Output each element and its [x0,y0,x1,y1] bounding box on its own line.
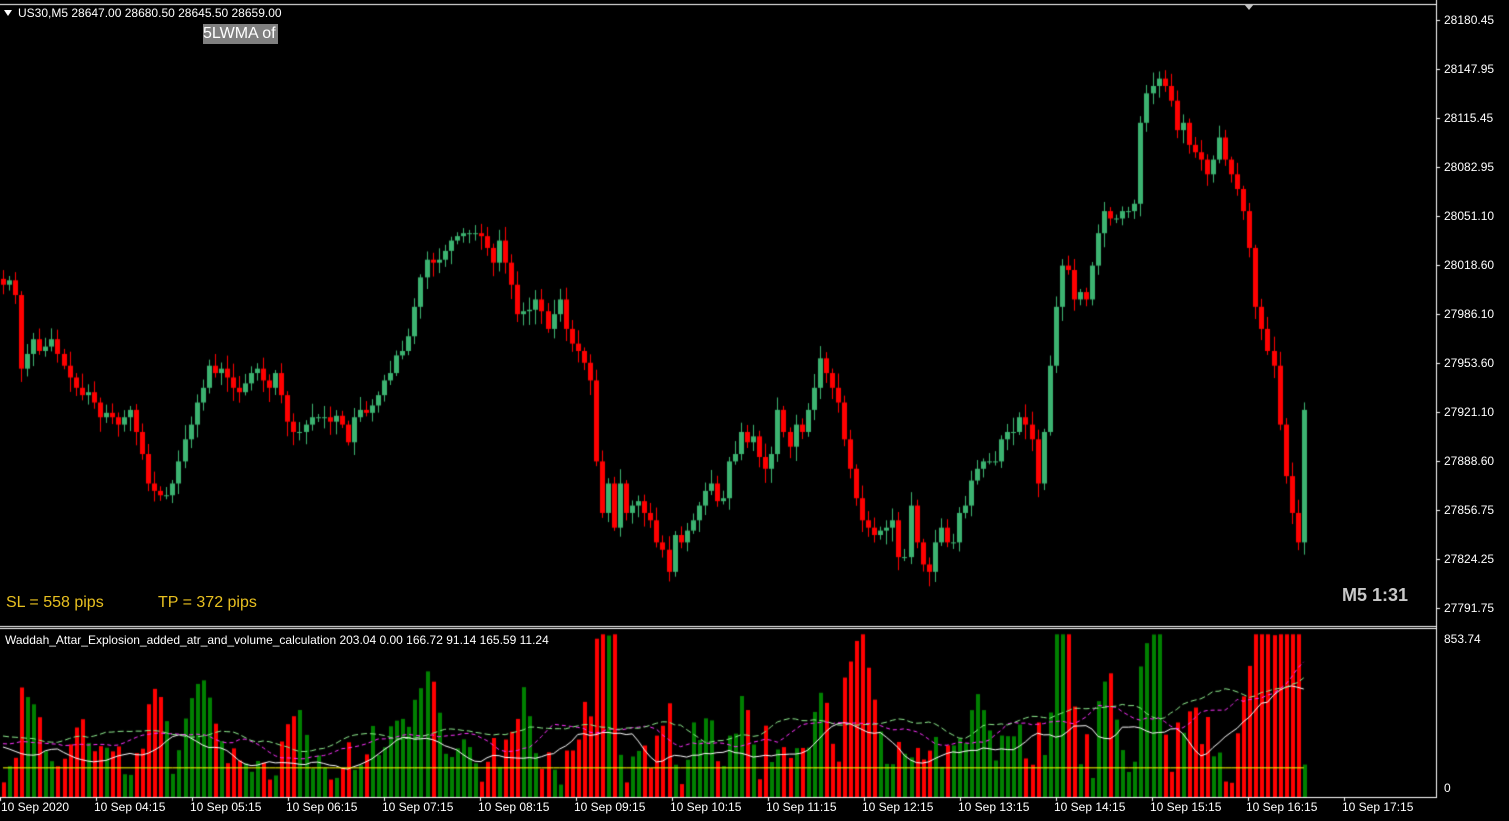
price-tick-label: 28051.10 [1444,209,1495,223]
stop-loss-label: SL = 558 pips [6,594,104,611]
price-tick-label: 28082.95 [1444,160,1495,174]
time-tick-label: 10 Sep 15:15 [1150,800,1222,814]
price-tick-label: 27921.10 [1444,405,1495,419]
time-tick-label: 10 Sep 12:15 [862,800,934,814]
time-tick-label: 10 Sep 16:15 [1246,800,1318,814]
indicator-tick-label: 0 [1444,781,1451,795]
time-tick-label: 10 Sep 13:15 [958,800,1030,814]
chart-menu-arrow-icon[interactable] [4,10,12,16]
time-tick-label: 10 Sep 2020 [1,800,70,814]
symbol-title: US30,M5 28647.00 28680.50 28645.50 28659… [18,6,282,20]
price-tick-label: 28115.45 [1444,111,1494,125]
price-tick-label: 27856.75 [1444,503,1495,517]
price-tick-label: 27888.60 [1444,454,1495,468]
time-tick-label: 10 Sep 17:15 [1342,800,1414,814]
time-tick-label: 10 Sep 08:15 [478,800,550,814]
price-tick-label: 28018.60 [1444,258,1495,272]
time-tick-label: 10 Sep 06:15 [286,800,358,814]
time-tick-label: 10 Sep 09:15 [574,800,646,814]
chart-canvas[interactable] [0,0,1509,821]
take-profit-label: TP = 372 pips [158,594,257,611]
price-tick-label: 27953.60 [1444,356,1495,370]
lwma-overlay-label: 5LWMA of [203,24,278,44]
price-tick-label: 27986.10 [1444,307,1495,321]
indicator-label: Waddah_Attar_Explosion_added_atr_and_vol… [5,633,549,647]
price-tick-label: 28180.45 [1444,13,1495,27]
time-tick-label: 10 Sep 11:15 [766,800,837,814]
time-tick-label: 10 Sep 04:15 [94,800,166,814]
time-tick-label: 10 Sep 10:15 [670,800,742,814]
price-tick-label: 27824.25 [1444,552,1495,566]
timeframe-clock: M5 1:31 [1342,585,1409,605]
price-tick-label: 28147.95 [1444,62,1495,76]
indicator-tick-label: 853.74 [1444,632,1481,646]
time-tick-label: 10 Sep 07:15 [382,800,454,814]
time-tick-label: 10 Sep 05:15 [190,800,262,814]
chart-shift-marker-icon[interactable] [1244,4,1254,10]
time-tick-label: 10 Sep 14:15 [1054,800,1126,814]
price-tick-label: 27791.75 [1444,601,1495,615]
